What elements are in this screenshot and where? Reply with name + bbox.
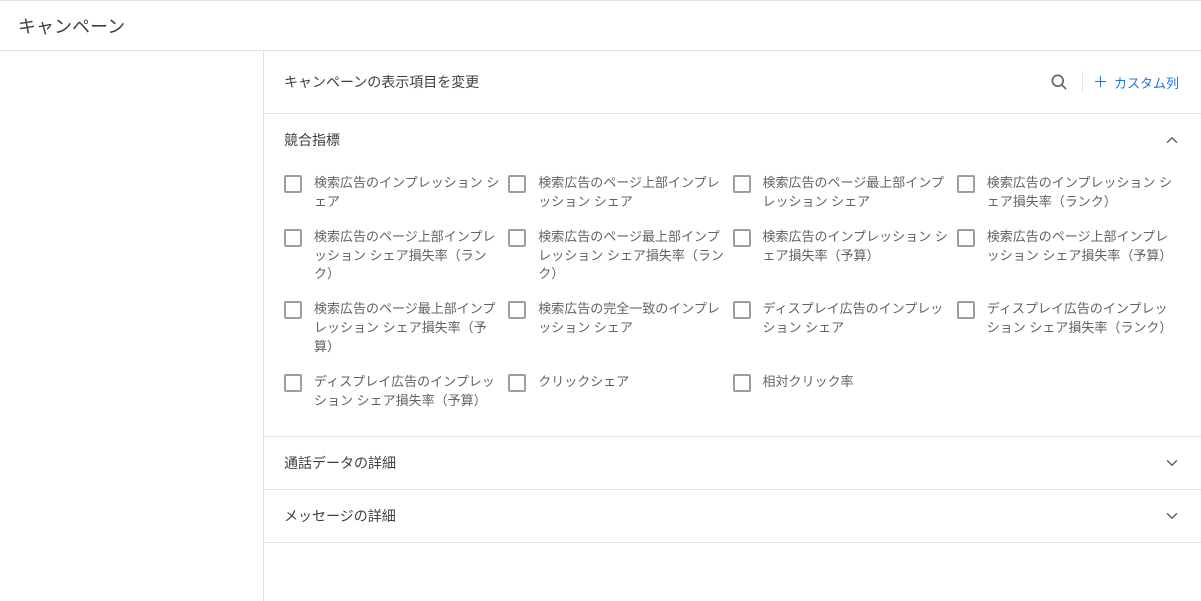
checkbox-icon (508, 175, 526, 193)
metric-label: 検索広告のページ最上部インプレッション シェア損失率（予算） (314, 300, 500, 357)
checkbox-icon (733, 374, 751, 392)
left-sidebar (0, 51, 264, 601)
panel-title: キャンペーンの表示項目を変更 (284, 72, 1042, 92)
checkbox-icon (284, 175, 302, 193)
search-button[interactable] (1042, 65, 1076, 99)
metric-checkbox-item[interactable]: 検索広告のページ上部インプレッション シェア損失率（予算） (957, 220, 1181, 293)
metric-label: ディスプレイ広告のインプレッション シェア (763, 300, 949, 338)
metric-checkbox-item[interactable]: 検索広告のページ最上部インプレッション シェア (733, 166, 957, 220)
metric-label: 検索広告のインプレッション シェア損失率（ランク） (987, 174, 1173, 212)
checkbox-icon (284, 301, 302, 319)
plus-icon: ＋ (1093, 75, 1108, 90)
metric-checkbox-item[interactable]: 検索広告のインプレッション シェア損失率（予算） (733, 220, 957, 293)
metric-label: 検索広告の完全一致のインプレッション シェア (538, 300, 724, 338)
custom-column-button[interactable]: ＋ カスタム列 (1091, 69, 1181, 96)
metric-checkbox-item[interactable]: 検索広告のページ上部インプレッション シェア損失率（ランク） (284, 220, 508, 293)
section-message-details: メッセージの詳細 (264, 490, 1201, 543)
section-competitive-header[interactable]: 競合指標 (264, 114, 1201, 166)
section-call-details-header[interactable]: 通話データの詳細 (264, 437, 1201, 489)
metric-checkbox-item[interactable]: 検索広告のページ最上部インプレッション シェア損失率（予算） (284, 292, 508, 365)
metric-label: 検索広告のページ上部インプレッション シェア損失率（予算） (987, 228, 1173, 266)
metric-checkbox-item[interactable]: クリックシェア (508, 365, 732, 419)
metric-checkbox-item[interactable]: 検索広告のインプレッション シェア (284, 166, 508, 220)
metric-label: 検索広告のページ上部インプレッション シェア損失率（ランク） (314, 228, 500, 285)
section-message-details-label: メッセージの詳細 (284, 506, 1163, 526)
checkbox-icon (957, 301, 975, 319)
metric-label: ディスプレイ広告のインプレッション シェア損失率（予算） (314, 373, 500, 411)
checkbox-icon (508, 229, 526, 247)
checkbox-icon (508, 374, 526, 392)
checkbox-icon (957, 175, 975, 193)
custom-column-label: カスタム列 (1114, 73, 1179, 92)
section-message-details-header[interactable]: メッセージの詳細 (264, 490, 1201, 542)
checkbox-icon (733, 175, 751, 193)
chevron-up-icon (1163, 131, 1181, 149)
metric-label: 検索広告のインプレッション シェア (314, 174, 500, 212)
metric-label: 相対クリック率 (763, 373, 854, 392)
section-competitive-body: 検索広告のインプレッション シェア検索広告のページ上部インプレッション シェア検… (264, 166, 1201, 436)
main-panel: キャンペーンの表示項目を変更 ＋ カスタム列 競合指標 (264, 51, 1201, 601)
search-icon (1049, 72, 1069, 92)
checkbox-icon (733, 229, 751, 247)
checkbox-icon (733, 301, 751, 319)
checkbox-icon (284, 229, 302, 247)
app-header: キャンペーン (0, 1, 1201, 51)
checkbox-icon (508, 301, 526, 319)
section-call-details-label: 通話データの詳細 (284, 453, 1163, 473)
metric-checkbox-item[interactable]: 検索広告のページ最上部インプレッション シェア損失率（ランク） (508, 220, 732, 293)
checkbox-icon (284, 374, 302, 392)
metric-label: ディスプレイ広告のインプレッション シェア損失率（ランク） (987, 300, 1173, 338)
metric-checkbox-item[interactable]: ディスプレイ広告のインプレッション シェア損失率（予算） (284, 365, 508, 419)
metric-label: クリックシェア (538, 373, 629, 392)
chevron-down-icon (1163, 507, 1181, 525)
metric-label: 検索広告のインプレッション シェア損失率（予算） (763, 228, 949, 266)
page-title: キャンペーン (18, 13, 125, 39)
metric-checkbox-item[interactable]: 検索広告のインプレッション シェア損失率（ランク） (957, 166, 1181, 220)
section-competitive-label: 競合指標 (284, 130, 1163, 150)
columns-modal-header: キャンペーンの表示項目を変更 ＋ カスタム列 (264, 51, 1201, 114)
metric-label: 検索広告のページ最上部インプレッション シェア損失率（ランク） (538, 228, 724, 285)
metric-checkbox-item[interactable]: 検索広告のページ上部インプレッション シェア (508, 166, 732, 220)
metric-label: 検索広告のページ上部インプレッション シェア (538, 174, 724, 212)
metric-label: 検索広告のページ最上部インプレッション シェア (763, 174, 949, 212)
metric-checkbox-item[interactable]: ディスプレイ広告のインプレッション シェア損失率（ランク） (957, 292, 1181, 365)
checkbox-icon (957, 229, 975, 247)
metric-checkbox-item[interactable]: 検索広告の完全一致のインプレッション シェア (508, 292, 732, 365)
section-call-details: 通話データの詳細 (264, 437, 1201, 490)
section-competitive: 競合指標 検索広告のインプレッション シェア検索広告のページ上部インプレッション… (264, 114, 1201, 437)
metric-checkbox-item[interactable]: ディスプレイ広告のインプレッション シェア (733, 292, 957, 365)
vertical-divider (1082, 71, 1083, 93)
metric-checkbox-item[interactable]: 相対クリック率 (733, 365, 957, 419)
chevron-down-icon (1163, 454, 1181, 472)
